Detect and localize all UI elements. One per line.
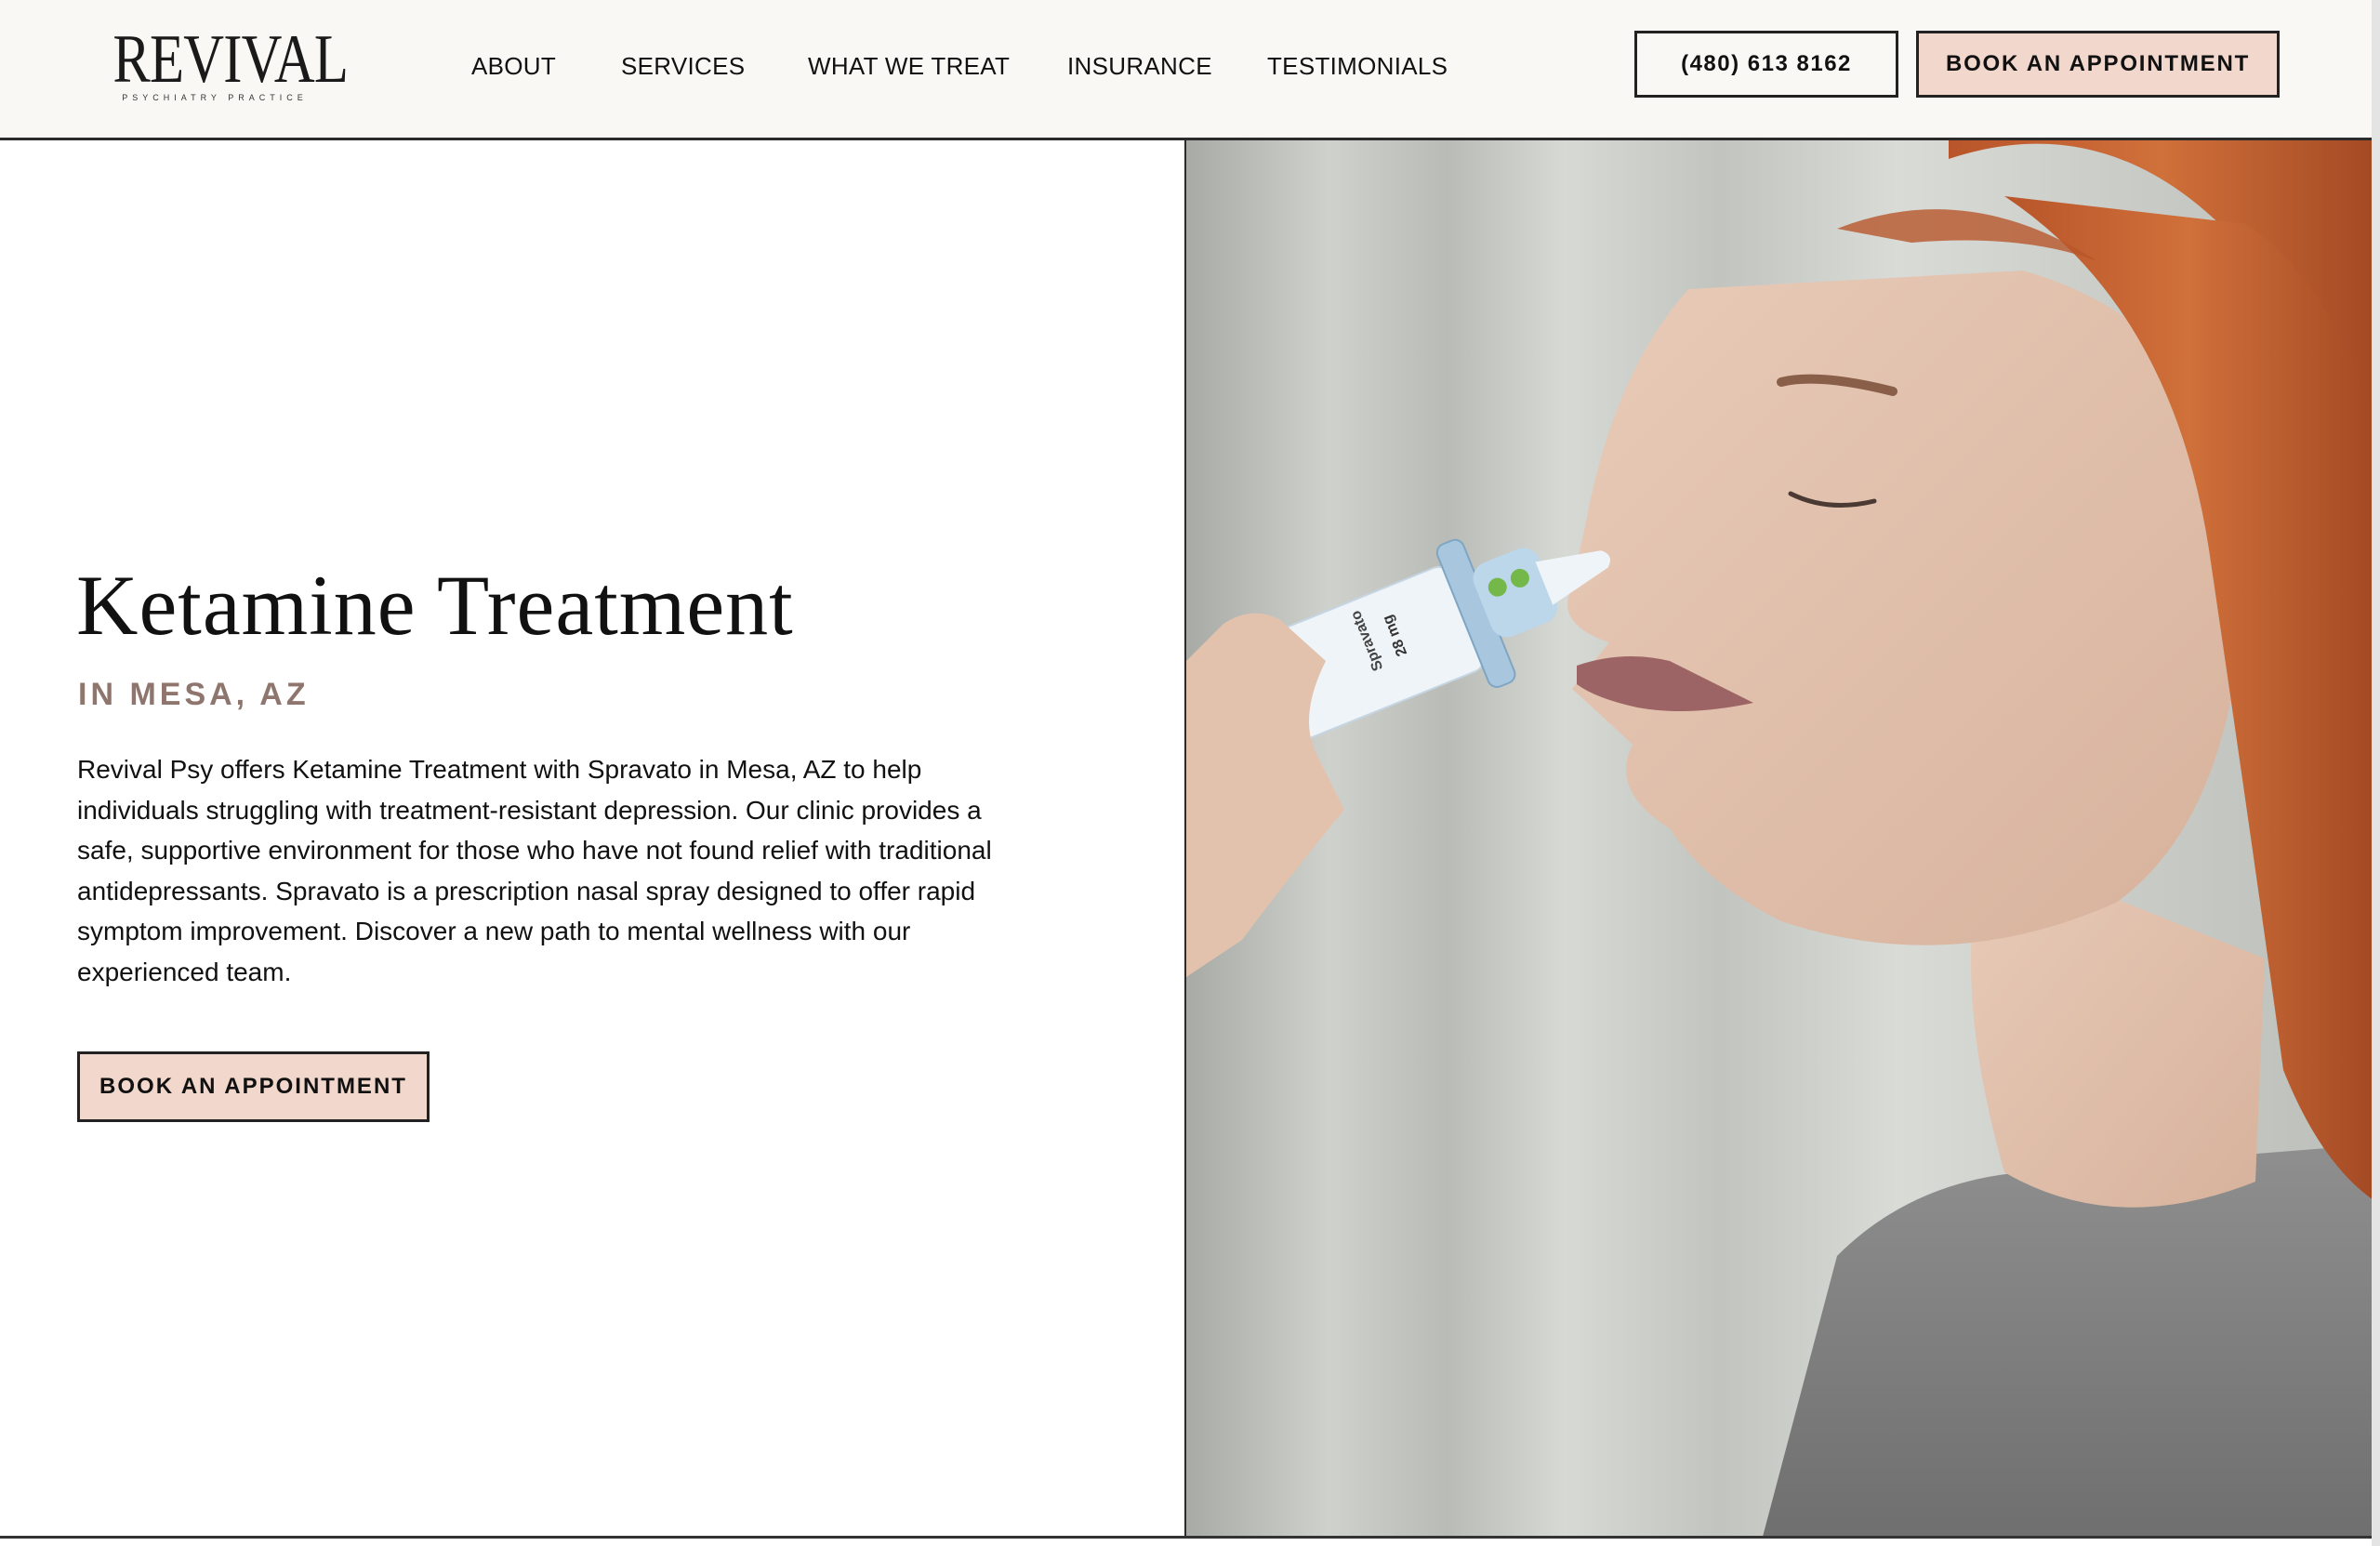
shirt	[1763, 1144, 2372, 1537]
hero-description: Revival Psy offers Ketamine Treatment wi…	[77, 755, 992, 986]
phone-button[interactable]: (480) 613 8162	[1634, 31, 1898, 98]
nav-testimonials[interactable]: TESTIMONIALS	[1267, 52, 1448, 81]
nav-services[interactable]: SERVICES	[621, 52, 745, 81]
nav-insurance[interactable]: INSURANCE	[1067, 52, 1212, 81]
hero-photo-illustration: Spravato 28 mg	[1186, 140, 2372, 1537]
scrollbar[interactable]	[2372, 0, 2380, 1546]
hero-photo: Spravato 28 mg	[1184, 140, 2372, 1537]
nav-about[interactable]: ABOUT	[471, 52, 556, 81]
section-divider	[0, 1536, 2372, 1539]
hero-book-appointment-button[interactable]: BOOK AN APPOINTMENT	[77, 1051, 430, 1122]
hand	[1186, 613, 1344, 977]
site-header: REVIVAL PSYCHIATRY PRACTICE ABOUT SERVIC…	[0, 0, 2372, 140]
hero-location-subtitle: IN MESA, AZ	[78, 677, 310, 712]
hero-title: Ketamine Treatment	[76, 558, 794, 653]
nav-what-we-treat[interactable]: WHAT WE TREAT	[808, 52, 1010, 81]
logo-wordmark: REVIVAL	[112, 21, 349, 98]
site-logo[interactable]: REVIVAL PSYCHIATRY PRACTICE	[91, 21, 349, 108]
header-book-appointment-button[interactable]: BOOK AN APPOINTMENT	[1916, 31, 2280, 98]
face	[1567, 271, 2246, 945]
